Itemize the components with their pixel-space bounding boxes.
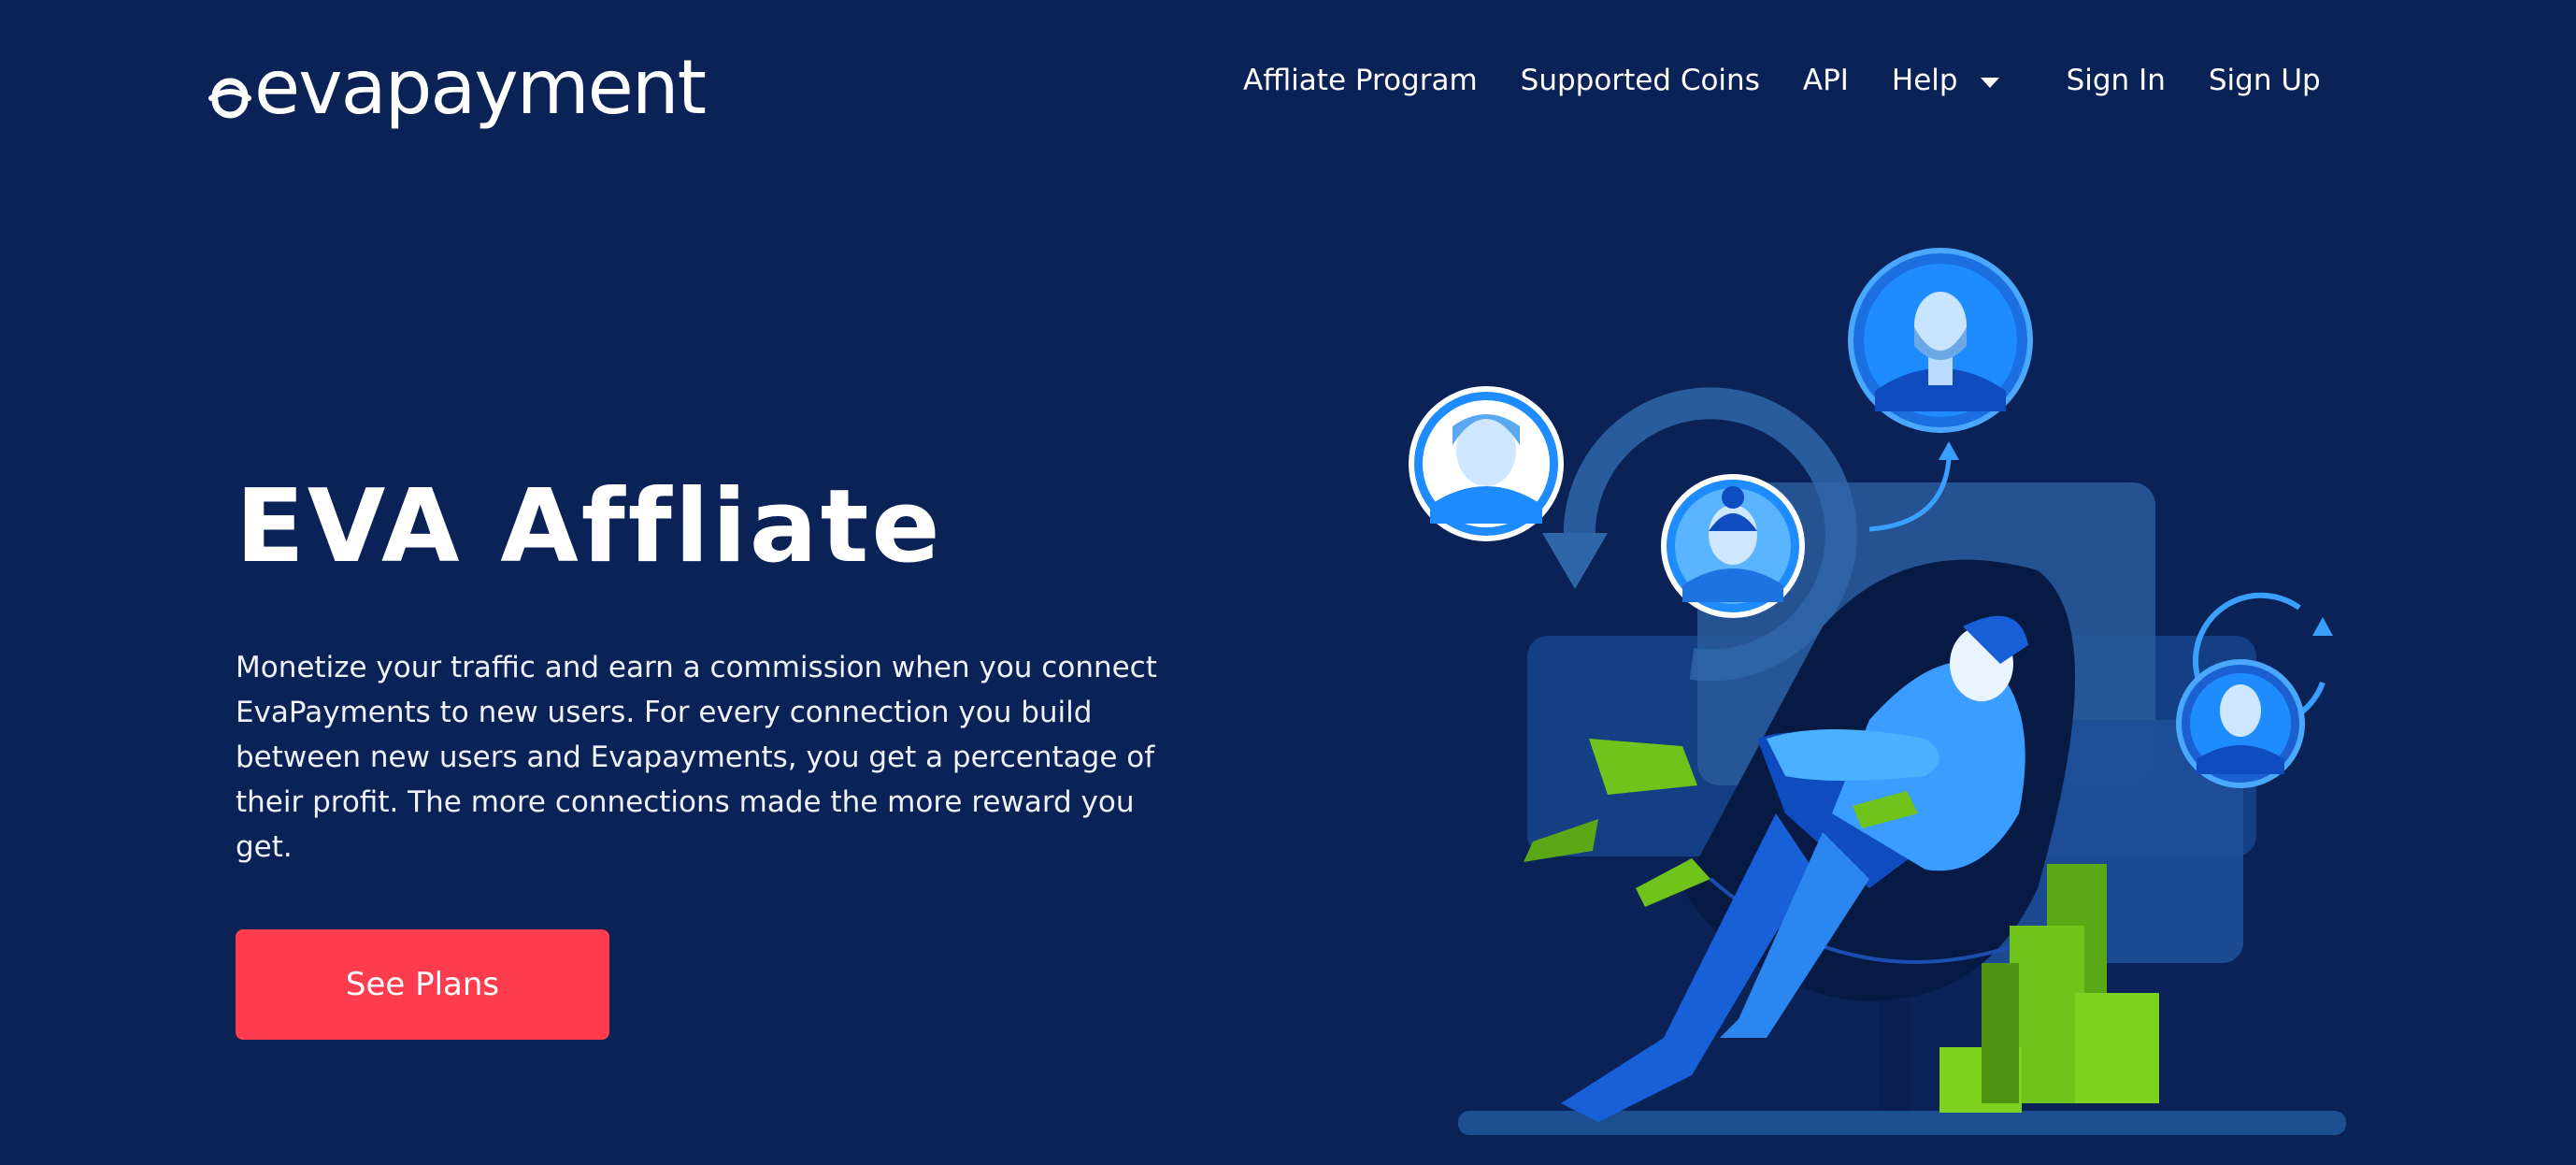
hero-description: Monetize your traffic and earn a commiss…: [236, 651, 1157, 864]
page-title: EVA Affliate: [236, 468, 943, 585]
logo[interactable]: evapayment: [208, 41, 707, 135]
nav-supported-coins[interactable]: Supported Coins: [1521, 64, 1760, 97]
chevron-down-icon: [1980, 77, 1999, 88]
user-avatar-icon: [2176, 659, 2305, 788]
hero-illustration: [1383, 234, 2374, 1165]
logo-mark-icon: [208, 68, 252, 121]
main-nav: Affliate Program Supported Coins API Hel…: [1243, 54, 2321, 107]
nav-affiliate-program[interactable]: Affliate Program: [1243, 64, 1478, 97]
nav-sign-up[interactable]: Sign Up: [2209, 64, 2321, 97]
user-avatar-icon: [1661, 474, 1805, 618]
nav-help-label: Help: [1891, 64, 1958, 97]
user-avatar-icon: [1409, 386, 1564, 541]
user-avatar-icon: [1848, 248, 2033, 433]
see-plans-button[interactable]: See Plans: [236, 929, 609, 1040]
nav-sign-in[interactable]: Sign In: [2067, 64, 2166, 97]
nav-help[interactable]: Help: [1892, 64, 1999, 97]
landing-page: evapayment Affliate Program Supported Co…: [0, 0, 2576, 1165]
logo-text: evapayment: [254, 44, 707, 131]
nav-api[interactable]: API: [1803, 64, 1849, 97]
